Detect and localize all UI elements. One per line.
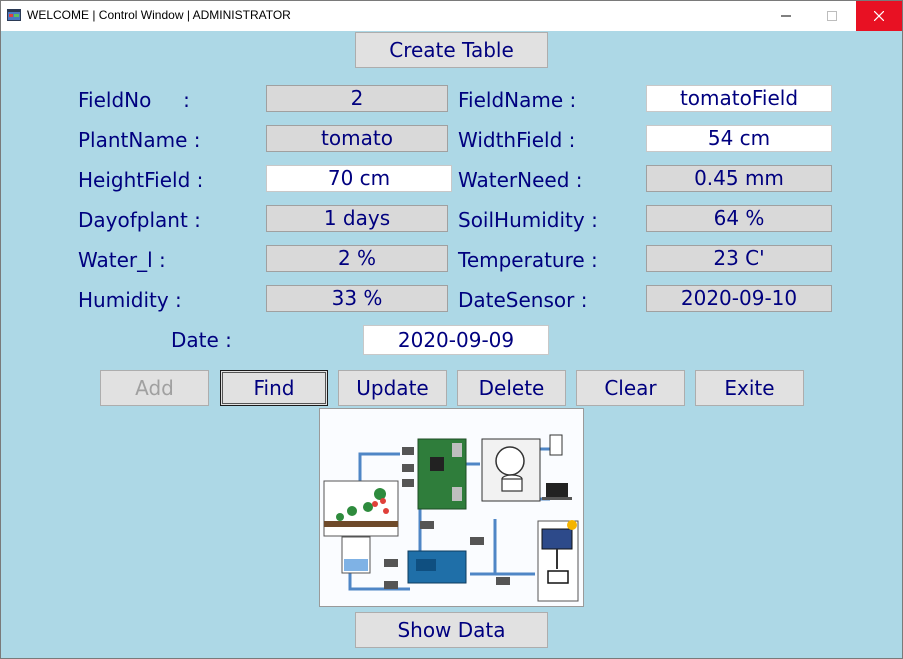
day-of-plant-label: Dayofplant : bbox=[78, 208, 201, 232]
add-button[interactable]: Add bbox=[100, 370, 209, 406]
water-l-label: Water_l : bbox=[78, 248, 166, 272]
field-no-label: FieldNo : bbox=[78, 88, 190, 112]
field-no-input[interactable]: 2 bbox=[266, 85, 448, 112]
show-data-button[interactable]: Show Data bbox=[355, 612, 548, 648]
plant-name-label: PlantName : bbox=[78, 128, 201, 152]
soil-humidity-label: SoilHumidity : bbox=[458, 208, 598, 232]
create-table-button[interactable]: Create Table bbox=[355, 32, 548, 68]
control-window: WELCOME | Control Window | ADMINISTRATOR… bbox=[0, 0, 903, 659]
close-button[interactable] bbox=[856, 1, 902, 31]
water-l-input[interactable]: 2 % bbox=[266, 245, 448, 272]
height-field-label: HeightField : bbox=[78, 168, 204, 192]
date-label: Date : bbox=[171, 328, 232, 352]
date-input[interactable]: 2020-09-09 bbox=[363, 325, 549, 355]
humidity-input[interactable]: 33 % bbox=[266, 285, 448, 312]
date-sensor-label: DateSensor : bbox=[458, 288, 588, 312]
minimize-icon bbox=[781, 15, 791, 17]
system-diagram-image bbox=[319, 408, 584, 607]
find-button[interactable]: Find bbox=[220, 370, 328, 406]
minimize-button[interactable] bbox=[763, 1, 809, 31]
width-field-input[interactable]: 54 cm bbox=[646, 125, 832, 152]
date-sensor-input[interactable]: 2020-09-10 bbox=[646, 285, 832, 312]
day-of-plant-input[interactable]: 1 days bbox=[266, 205, 448, 232]
soil-humidity-input[interactable]: 64 % bbox=[646, 205, 832, 232]
update-button[interactable]: Update bbox=[338, 370, 447, 406]
water-need-input[interactable]: 0.45 mm bbox=[646, 165, 832, 192]
plant-name-input[interactable]: tomato bbox=[266, 125, 448, 152]
clear-button[interactable]: Clear bbox=[576, 370, 685, 406]
close-icon bbox=[874, 11, 884, 21]
field-name-input[interactable]: tomatoField bbox=[646, 85, 832, 112]
maximize-button[interactable] bbox=[809, 1, 855, 31]
exit-button[interactable]: Exite bbox=[695, 370, 804, 406]
title-bar[interactable]: WELCOME | Control Window | ADMINISTRATOR bbox=[1, 1, 902, 31]
temperature-input[interactable]: 23 C' bbox=[646, 245, 832, 272]
field-name-label: FieldName : bbox=[458, 88, 577, 112]
temperature-label: Temperature : bbox=[458, 248, 598, 272]
form-area: Create Table FieldNo : 2 FieldName : tom… bbox=[2, 31, 901, 658]
maximize-icon bbox=[827, 11, 837, 21]
humidity-label: Humidity : bbox=[78, 288, 182, 312]
height-field-input[interactable]: 70 cm bbox=[266, 165, 452, 192]
irrigation-system-diagram bbox=[320, 409, 583, 606]
width-field-label: WidthField : bbox=[458, 128, 576, 152]
water-need-label: WaterNeed : bbox=[458, 168, 583, 192]
app-window-icon bbox=[7, 9, 21, 21]
window-title: WELCOME | Control Window | ADMINISTRATOR bbox=[27, 8, 291, 22]
delete-button[interactable]: Delete bbox=[457, 370, 566, 406]
